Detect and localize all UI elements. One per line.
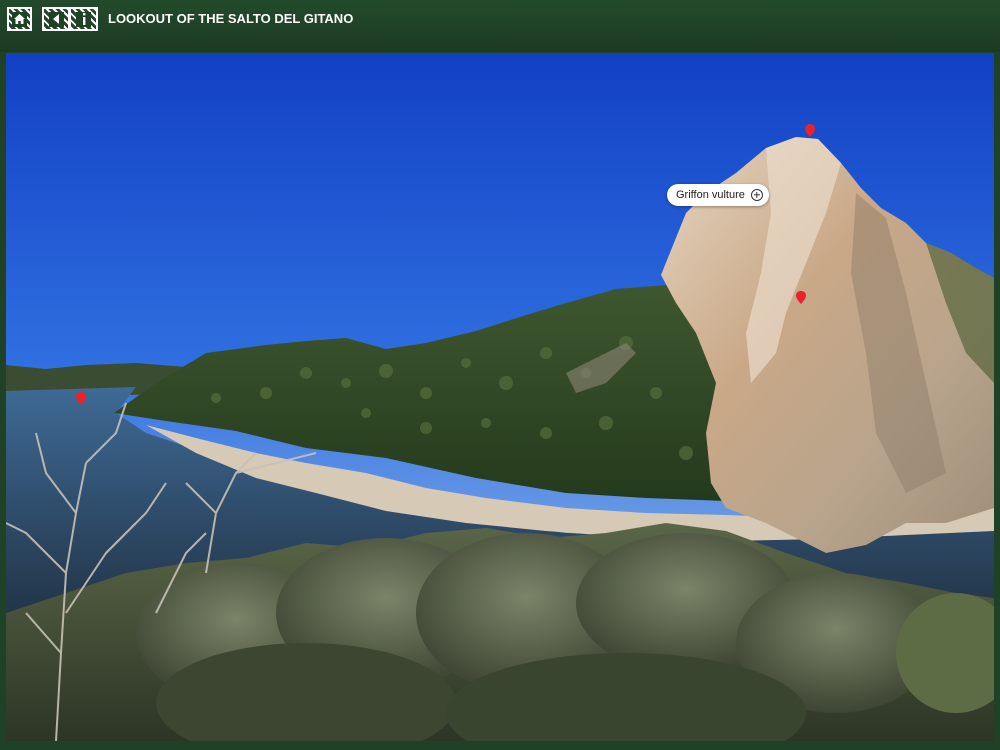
plus-circle-icon[interactable]: [750, 189, 763, 201]
home-icon: [12, 11, 27, 27]
hotspot-label: Griffon vulture: [676, 189, 745, 201]
top-bar: LOOKOUT OF THE SALTO DEL GITANO: [0, 0, 1000, 52]
panorama-viewer[interactable]: Griffon vulture: [6, 53, 994, 741]
home-button[interactable]: [7, 7, 32, 31]
back-arrow-icon: [48, 11, 64, 27]
info-button[interactable]: [69, 7, 98, 31]
app-window: LOOKOUT OF THE SALTO DEL GITANO Griffon …: [0, 0, 1000, 750]
map-pin-icon[interactable]: [75, 392, 87, 406]
map-pin-icon[interactable]: [804, 124, 816, 138]
hotspot-griffon-vulture[interactable]: Griffon vulture: [667, 184, 769, 206]
panorama-image[interactable]: [6, 53, 994, 741]
info-icon: [76, 11, 91, 27]
back-button[interactable]: [42, 7, 70, 31]
bottom-frame: [0, 741, 1000, 750]
page-title: LOOKOUT OF THE SALTO DEL GITANO: [108, 11, 354, 26]
map-pin-icon[interactable]: [795, 291, 807, 305]
